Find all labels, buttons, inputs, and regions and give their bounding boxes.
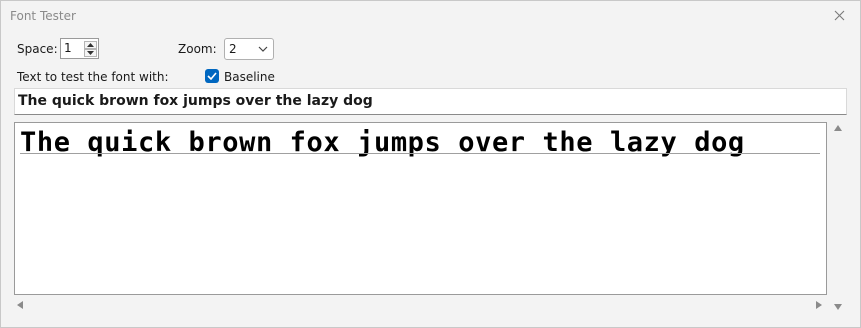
scroll-arrow-right-icon[interactable]	[816, 301, 822, 309]
zoom-label: Zoom:	[178, 42, 217, 56]
close-icon	[834, 10, 845, 21]
sample-text-value[interactable]: The quick brown fox jumps over the lazy …	[18, 93, 373, 109]
font-preview-area: The quick brown fox jumps over the lazy …	[14, 122, 827, 295]
zoom-value: 2	[229, 42, 237, 56]
baseline-label[interactable]: Baseline	[224, 70, 275, 84]
zoom-select[interactable]: 2	[224, 38, 274, 60]
window-title: Font Tester	[10, 9, 76, 23]
scroll-arrow-up-icon[interactable]	[834, 125, 842, 131]
space-spinbox[interactable]: 1	[60, 38, 99, 59]
font-tester-window: Font Tester Space: 1 Zoom: 2 Text to tes…	[0, 0, 861, 328]
space-value[interactable]: 1	[64, 41, 72, 55]
spin-up-icon	[87, 43, 94, 47]
baseline-checkbox[interactable]	[205, 69, 219, 83]
scroll-arrow-down-icon[interactable]	[834, 304, 842, 310]
spin-down-icon	[87, 51, 94, 55]
space-label: Space:	[17, 42, 58, 56]
baseline-line	[20, 153, 820, 154]
spin-up-button[interactable]	[84, 41, 97, 49]
spin-down-button[interactable]	[84, 49, 97, 57]
title-bar: Font Tester	[1, 1, 860, 31]
text-label: Text to test the font with:	[17, 70, 169, 84]
sample-text-input[interactable]: The quick brown fox jumps over the lazy …	[14, 88, 847, 115]
horizontal-scrollbar[interactable]	[14, 297, 827, 313]
scroll-arrow-left-icon[interactable]	[17, 301, 23, 309]
vertical-scrollbar[interactable]	[830, 122, 846, 315]
chevron-down-icon	[258, 46, 268, 52]
close-button[interactable]	[820, 1, 860, 31]
checkmark-icon	[207, 72, 217, 80]
